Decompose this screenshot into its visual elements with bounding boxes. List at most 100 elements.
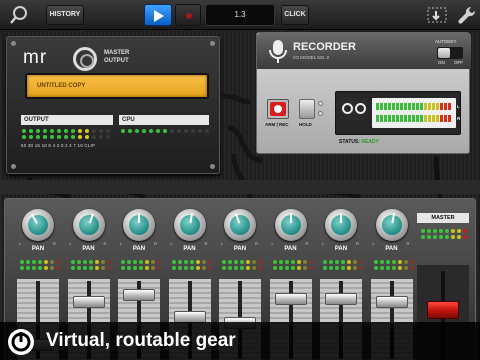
tape-reel [342, 103, 353, 114]
channel-fader-handle[interactable] [173, 310, 206, 323]
channel-fader-handle[interactable] [325, 292, 357, 305]
meter-led [421, 229, 425, 233]
meter-led [240, 260, 244, 264]
play-button[interactable] [144, 4, 172, 26]
channel-meter [272, 260, 313, 270]
meter-led [228, 260, 232, 264]
meter-led [335, 260, 339, 264]
meter-segment [384, 103, 387, 110]
pan-knob[interactable] [173, 209, 206, 241]
meter-segment [408, 115, 411, 122]
meter-led [347, 260, 351, 264]
pan-knob[interactable] [22, 209, 54, 241]
meter-led [38, 260, 42, 264]
channel-fader-handle[interactable] [274, 292, 307, 305]
meter-segment [444, 103, 447, 110]
pan-knob-pointer [289, 213, 292, 223]
autokey-label: AUTOKEY [435, 39, 457, 44]
meter-led [385, 260, 390, 264]
meter-led [397, 260, 402, 264]
pan-knob[interactable] [224, 209, 256, 241]
meter-led [177, 129, 181, 133]
meter-led [191, 129, 195, 133]
right-channel-label: R [457, 116, 461, 121]
meter-led [451, 229, 455, 233]
meter-led [252, 266, 256, 270]
hold-button[interactable] [299, 99, 315, 119]
meter-led [457, 229, 461, 233]
meter-led [106, 260, 111, 264]
meter-led [142, 129, 146, 133]
meter-led [163, 129, 167, 133]
meter-led [195, 260, 200, 264]
click-button[interactable]: CLICK [281, 5, 309, 25]
channel-fader-handle[interactable] [123, 288, 155, 301]
channel-fader-handle[interactable] [375, 295, 408, 308]
meter-led [222, 260, 226, 264]
meter-segment [424, 115, 427, 122]
meter-led [451, 235, 455, 239]
meter-segment [380, 103, 383, 110]
meter-led [76, 260, 81, 264]
meter-led [403, 260, 408, 264]
magnifier-icon[interactable] [8, 4, 30, 26]
meter-led [121, 260, 125, 264]
wrench-icon[interactable] [455, 4, 477, 26]
meter-led [139, 260, 143, 264]
master-fader-handle[interactable] [427, 301, 459, 319]
hold-label: HOLD [299, 122, 312, 127]
channel-fader-handle[interactable] [72, 295, 105, 308]
meter-segment [428, 115, 431, 122]
meter-led [463, 229, 467, 233]
meter-led [409, 260, 414, 264]
meter-led [201, 266, 206, 270]
meter-led [149, 129, 153, 133]
autokey-switch[interactable]: AUTOKEY ON OFF [435, 39, 465, 67]
channel-meter [373, 260, 414, 270]
meter-segment [396, 103, 399, 110]
pan-knob[interactable] [72, 209, 105, 241]
meter-led [184, 129, 188, 133]
meter-led [335, 266, 339, 270]
meter-led [135, 129, 139, 133]
meter-led [391, 260, 396, 264]
meter-led [56, 260, 60, 264]
pan-knob[interactable] [123, 209, 155, 241]
record-button[interactable] [175, 4, 201, 26]
play-icon [154, 10, 164, 22]
meter-led [156, 129, 160, 133]
meter-segment [428, 103, 431, 110]
song-lcd-display: UNTITLED COPY [25, 73, 209, 99]
meter-led [433, 229, 437, 233]
pan-knob[interactable] [274, 209, 307, 241]
meter-led [308, 260, 313, 264]
recorder-title: RECORDER [293, 41, 356, 53]
cpu-label: CPU [119, 115, 209, 125]
meter-segment [416, 103, 419, 110]
meter-led [323, 266, 327, 270]
meter-led [106, 129, 110, 133]
recorder-display: L R [335, 91, 461, 135]
switch-knob[interactable] [438, 48, 450, 58]
history-button[interactable]: HISTORY [46, 5, 84, 25]
meter-led [463, 235, 467, 239]
meter-segment [392, 103, 395, 110]
top-toolbar: HISTORY 1.3 CLICK [0, 0, 480, 30]
pan-knob[interactable] [375, 209, 408, 241]
meter-segment [400, 103, 403, 110]
arm-record-button[interactable] [267, 99, 289, 119]
meter-led [70, 266, 75, 270]
meter-led [32, 260, 36, 264]
meter-led [22, 135, 26, 139]
meter-led [157, 266, 161, 270]
pan-label: PAN [233, 246, 247, 252]
pan-knob[interactable] [325, 209, 357, 241]
pan-label: PAN [132, 246, 146, 252]
meter-led [139, 266, 143, 270]
meter-led [201, 260, 206, 264]
routing-icon[interactable] [424, 4, 450, 26]
meter-led [302, 260, 307, 264]
meter-led [284, 260, 289, 264]
master-meter [421, 229, 467, 239]
meter-led [171, 260, 176, 264]
